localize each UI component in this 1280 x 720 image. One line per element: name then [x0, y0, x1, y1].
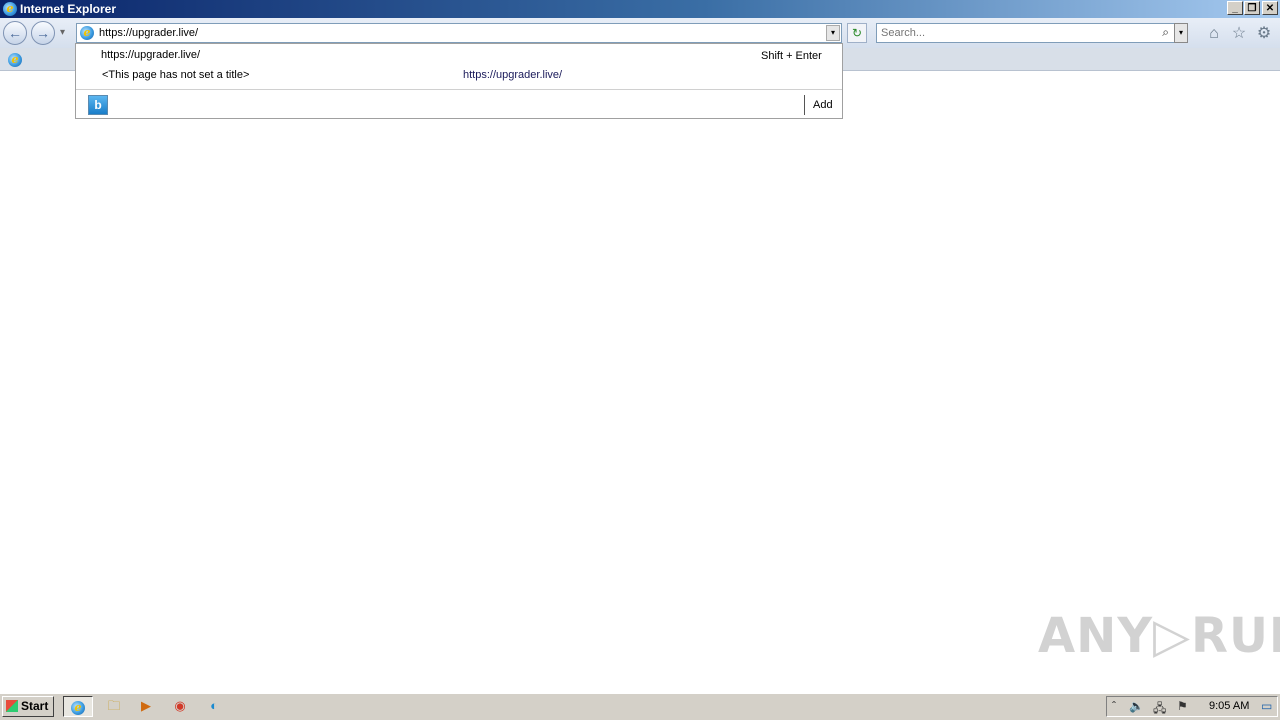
- search-icon[interactable]: ⌕: [1162, 25, 1169, 40]
- ie-logo-icon: e: [3, 2, 17, 16]
- add-provider-button[interactable]: Add: [813, 99, 833, 111]
- home-icon[interactable]: ⌂: [1205, 25, 1223, 43]
- suggestion-history-title[interactable]: <This page has not set a title>: [102, 69, 249, 81]
- add-separator: [804, 95, 805, 115]
- clock[interactable]: 9:05 AM: [1209, 700, 1249, 712]
- search-input[interactable]: [881, 25, 1151, 41]
- suggestion-history-url[interactable]: https://upgrader.live/: [463, 69, 562, 81]
- taskbar-ie-icon[interactable]: e: [63, 696, 93, 717]
- tools-gear-icon[interactable]: ⚙: [1255, 25, 1273, 43]
- page-ie-icon: e: [80, 26, 94, 40]
- suggestion-hint: Shift + Enter: [761, 50, 822, 62]
- action-center-flag-icon[interactable]: ⚑: [1177, 699, 1188, 713]
- taskbar-explorer-icon[interactable]: 🗀: [99, 696, 129, 717]
- taskbar-chrome-icon[interactable]: ◉: [165, 696, 195, 717]
- address-input[interactable]: [99, 25, 819, 41]
- network-icon[interactable]: 🖧: [1153, 699, 1166, 720]
- tab-page-icon[interactable]: e: [8, 53, 22, 67]
- search-provider-dropdown[interactable]: ▾: [1174, 23, 1188, 43]
- back-button[interactable]: ←: [3, 21, 27, 45]
- start-button[interactable]: Start: [2, 696, 54, 717]
- suggestion-go-url[interactable]: https://upgrader.live/: [101, 49, 200, 61]
- bing-search-icon[interactable]: b: [88, 95, 108, 115]
- favorites-icon[interactable]: ☆: [1230, 25, 1248, 43]
- close-button[interactable]: ✕: [1262, 1, 1278, 15]
- start-label: Start: [21, 699, 49, 713]
- tray-expand-icon[interactable]: ˆ: [1112, 699, 1116, 713]
- volume-icon[interactable]: 🔈: [1129, 699, 1144, 713]
- forward-button[interactable]: →: [31, 21, 55, 45]
- restore-button[interactable]: ❐: [1244, 1, 1260, 15]
- address-suggestions-dropdown: https://upgrader.live/ Shift + Enter <Th…: [75, 43, 843, 119]
- show-desktop-icon[interactable]: ▭: [1261, 699, 1272, 713]
- address-bar[interactable]: e ▾: [76, 23, 842, 43]
- refresh-icon[interactable]: ↻: [847, 23, 867, 43]
- anyrun-watermark: ANY▷RUN: [1038, 608, 1280, 664]
- history-dropdown-icon[interactable]: ▾: [60, 27, 65, 38]
- system-tray: ˆ 🔈 🖧 ⚑ 9:05 AM ▭: [1106, 696, 1278, 717]
- ie-icon: e: [71, 701, 85, 715]
- search-box[interactable]: ⌕: [876, 23, 1176, 43]
- address-dropdown-button[interactable]: ▾: [826, 25, 840, 41]
- title-bar[interactable]: [0, 0, 1280, 18]
- windows-flag-icon: [6, 700, 18, 712]
- taskbar-media-player-icon[interactable]: ▶: [131, 696, 161, 717]
- minimize-button[interactable]: _: [1227, 1, 1243, 15]
- taskbar-edge-icon[interactable]: ◐: [199, 696, 229, 717]
- window-title: Internet Explorer: [20, 2, 117, 16]
- suggestion-divider: [76, 89, 842, 90]
